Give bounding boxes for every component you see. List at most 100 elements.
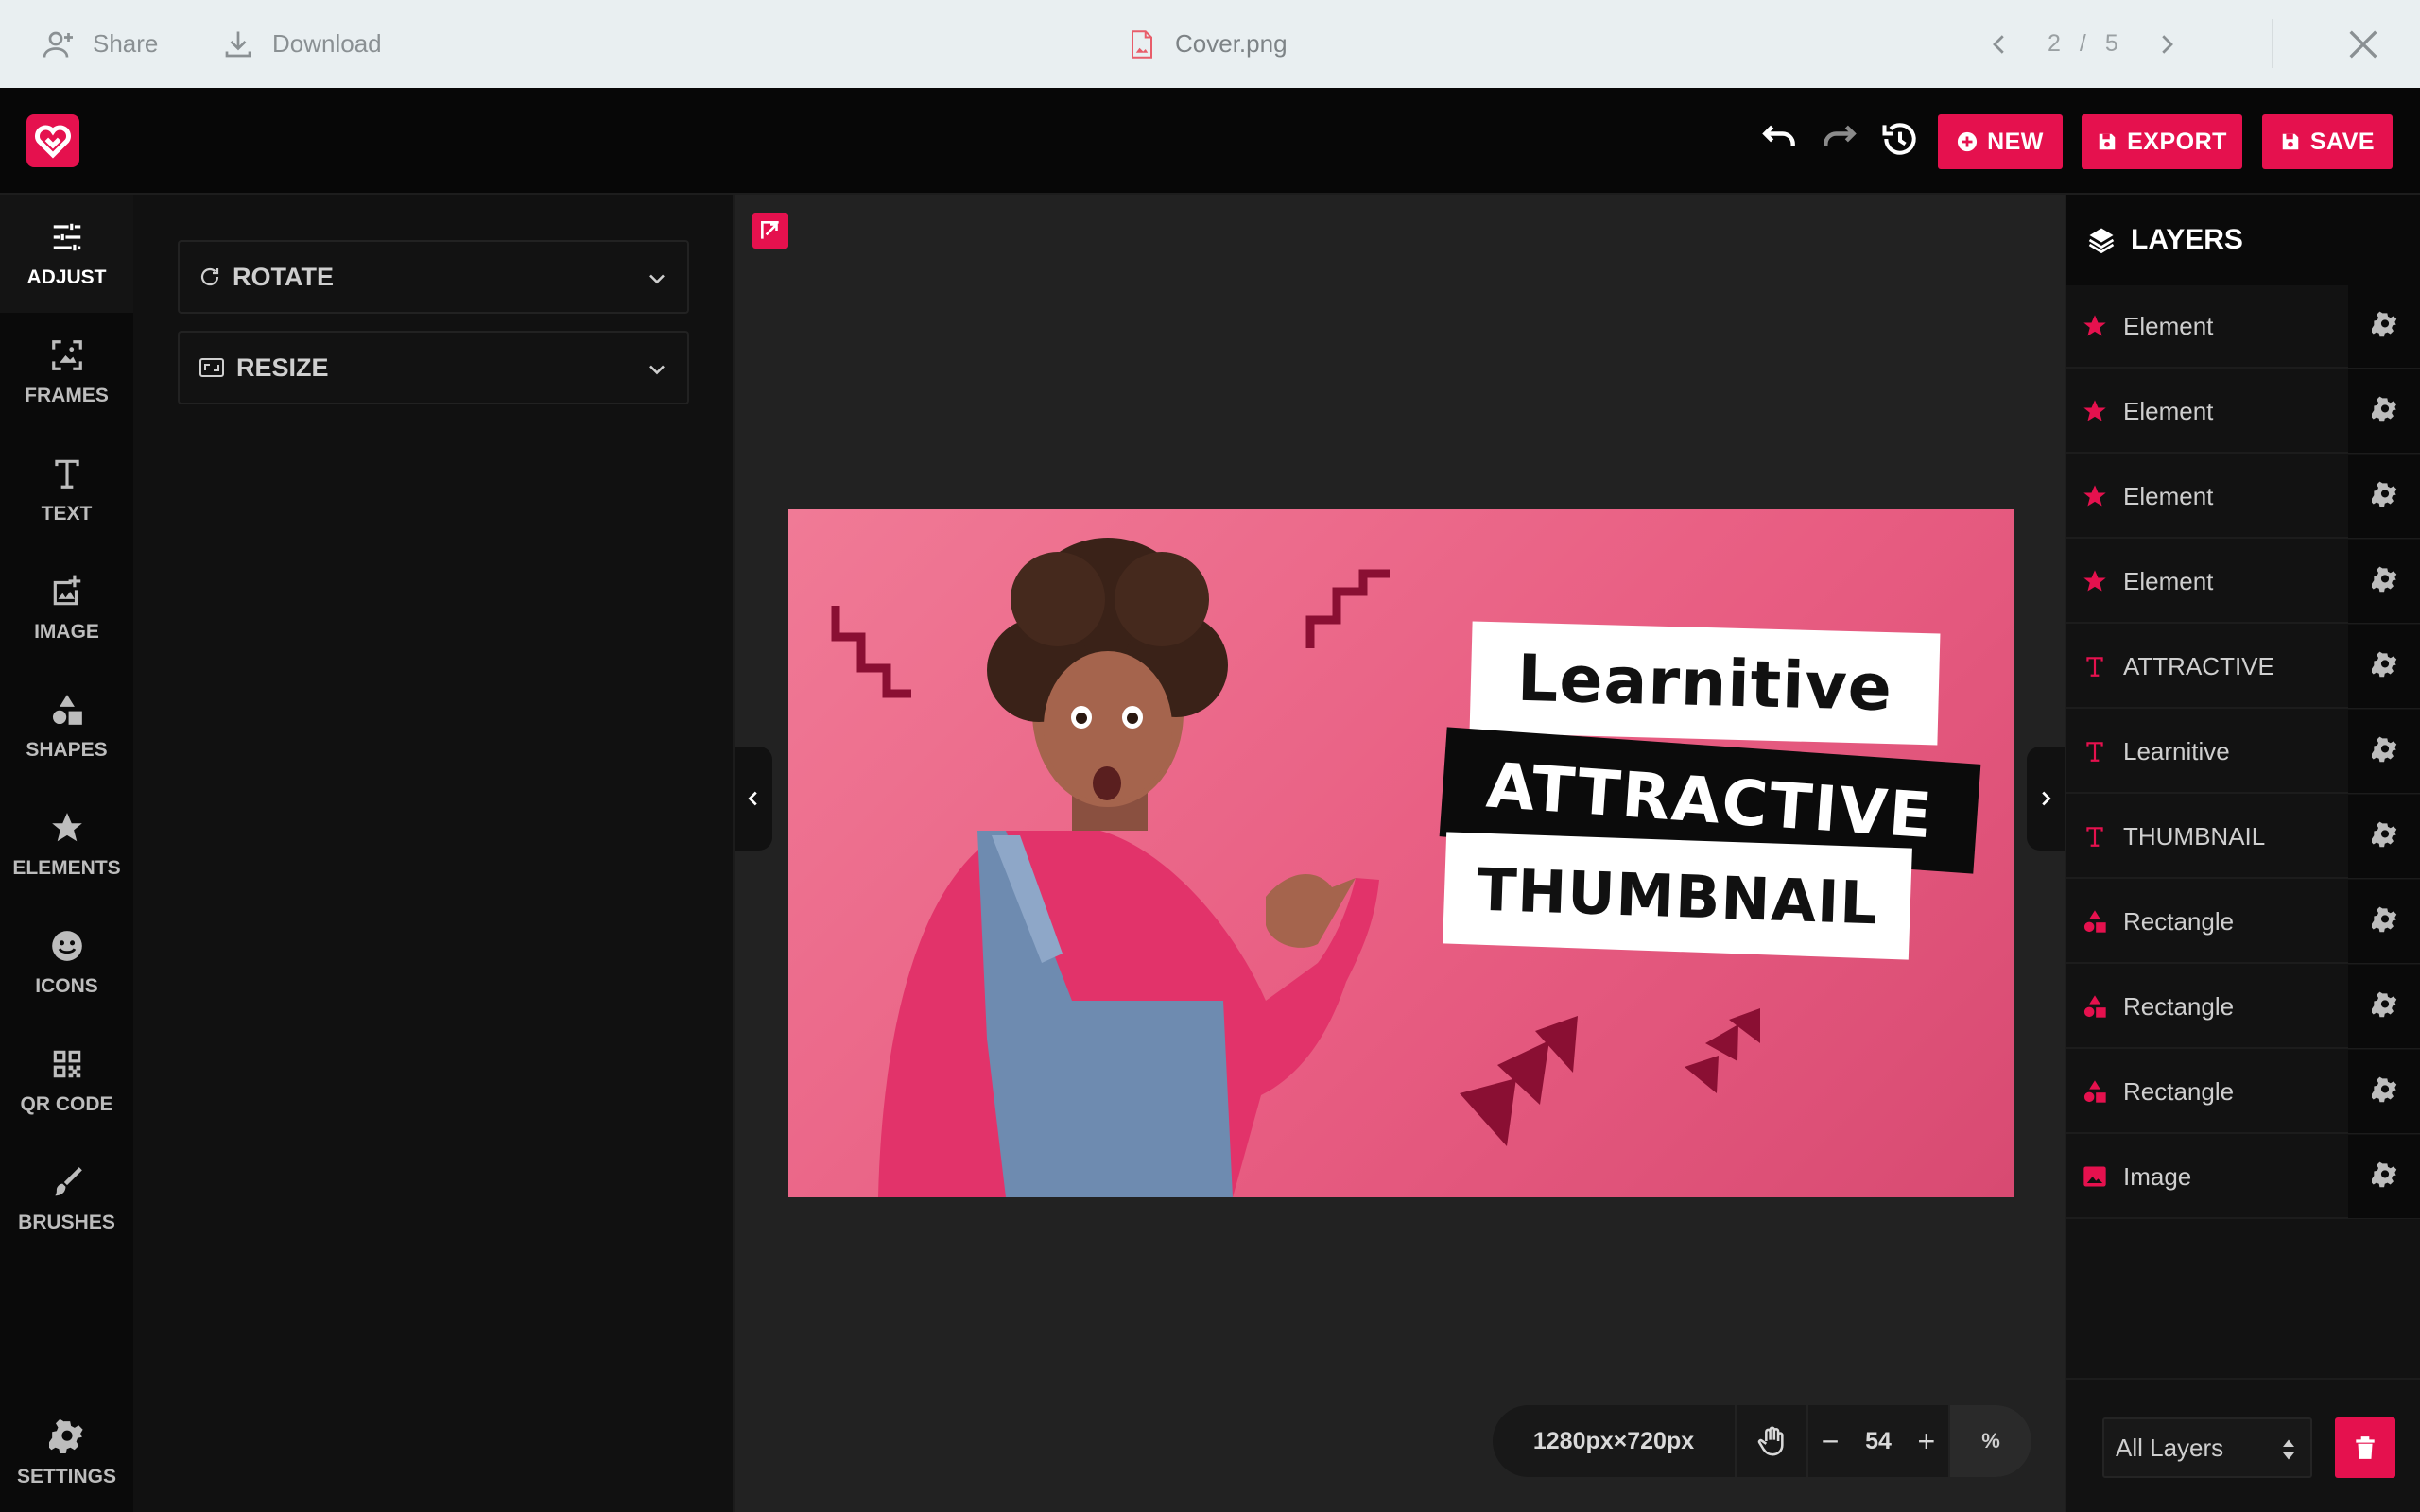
layer-select[interactable]: THUMBNAIL (2066, 795, 2348, 878)
design-canvas[interactable]: Learnitive ATTRACTIVE THUMBNAIL (788, 509, 2014, 1197)
rotate-accordion[interactable]: ROTATE (178, 240, 689, 314)
rail-label: ADJUST (26, 266, 107, 288)
layer-row[interactable]: Rectangle (2066, 965, 2420, 1049)
zigzag-element (831, 606, 911, 698)
layer-settings-button[interactable] (2348, 965, 2420, 1048)
layer-filter-select[interactable]: All Layers (2102, 1418, 2312, 1478)
layer-label: Learnitive (2123, 736, 2230, 765)
layer-row[interactable]: Element (2066, 369, 2420, 454)
new-button[interactable]: NEW (1938, 114, 2063, 169)
layer-select[interactable]: Element (2066, 284, 2348, 368)
rotate-label: ROTATE (233, 262, 334, 291)
gear-icon (2370, 481, 2398, 512)
layer-settings-button[interactable] (2348, 795, 2420, 878)
gear-icon (2370, 736, 2398, 767)
layer-label: Rectangle (2123, 991, 2235, 1021)
shapes-icon (2082, 908, 2108, 935)
rail-label: FRAMES (25, 384, 109, 406)
dimensions-text: 1280px×720px (1532, 1427, 1695, 1454)
download-button[interactable]: Download (221, 0, 382, 88)
layer-settings-button[interactable] (2348, 625, 2420, 708)
share-button[interactable]: Share (42, 0, 158, 88)
layer-select[interactable]: Element (2066, 455, 2348, 538)
layer-row[interactable]: Rectangle (2066, 880, 2420, 964)
layer-label: ATTRACTIVE (2123, 651, 2274, 680)
layer-row[interactable]: Image (2066, 1135, 2420, 1219)
rail-item-adjust[interactable]: ADJUST (0, 195, 133, 313)
resize-accordion[interactable]: RESIZE (178, 331, 689, 404)
gear-icon (2370, 991, 2398, 1022)
layer-label: Element (2123, 311, 2214, 340)
layer-select[interactable]: Element (2066, 369, 2348, 453)
layer-row[interactable]: Element (2066, 284, 2420, 369)
text-block-thumbnail[interactable]: THUMBNAIL (1443, 832, 1912, 960)
layer-row[interactable]: Element (2066, 455, 2420, 539)
layer-select[interactable]: Element (2066, 540, 2348, 623)
export-button[interactable]: EXPORT (2082, 114, 2242, 169)
layer-settings-button[interactable] (2348, 1050, 2420, 1133)
logo-heart-icon (35, 125, 71, 159)
rail-item-frames[interactable]: FRAMES (0, 313, 133, 431)
rail-item-shapes[interactable]: SHAPES (0, 667, 133, 785)
layer-settings-button[interactable] (2348, 710, 2420, 793)
export-label: EXPORT (2127, 128, 2227, 155)
layer-select[interactable]: ATTRACTIVE (2066, 625, 2348, 708)
person-illustration (878, 538, 1379, 1197)
collapse-left-toggle[interactable] (735, 747, 772, 850)
layer-row[interactable]: THUMBNAIL (2066, 795, 2420, 879)
save-button[interactable]: SAVE (2262, 114, 2393, 169)
layer-settings-button[interactable] (2348, 1135, 2420, 1218)
layers-panel: LAYERS Element Element Element Element ATTRA… (2065, 195, 2420, 1512)
rail-item-brushes[interactable]: BRUSHES (0, 1140, 133, 1258)
layer-filter-value: All Layers (2116, 1433, 2224, 1462)
gear-icon (2370, 821, 2398, 852)
layer-settings-button[interactable] (2348, 284, 2420, 368)
zoom-out-button[interactable]: − (1822, 1424, 1840, 1459)
zoom-in-button[interactable]: + (1917, 1424, 1935, 1459)
chevron-right-icon[interactable] (2152, 30, 2181, 59)
triangle-element (1705, 1024, 1738, 1061)
rail-item-icons[interactable]: ICONS (0, 903, 133, 1022)
layer-row[interactable]: Learnitive (2066, 710, 2420, 794)
layer-settings-button[interactable] (2348, 455, 2420, 538)
zoom-unit[interactable]: % (1950, 1405, 2031, 1477)
rail-item-elements[interactable]: ELEMENTS (0, 785, 133, 903)
layer-select[interactable]: Image (2066, 1135, 2348, 1218)
close-icon[interactable] (2344, 26, 2382, 63)
layer-label: Element (2123, 481, 2214, 510)
editor-toolbar: NEW EXPORT SAVE (0, 88, 2420, 195)
star-icon (51, 812, 82, 841)
chevron-left-icon (748, 791, 757, 806)
shapes-icon (2082, 1078, 2108, 1105)
layer-row[interactable]: ATTRACTIVE (2066, 625, 2420, 709)
layer-settings-button[interactable] (2348, 880, 2420, 963)
collapse-right-toggle[interactable] (2027, 747, 2065, 850)
layer-select[interactable]: Learnitive (2066, 710, 2348, 793)
layer-select[interactable]: Rectangle (2066, 880, 2348, 963)
layer-settings-button[interactable] (2348, 369, 2420, 453)
save-label: SAVE (2309, 128, 2376, 155)
rail-label: TEXT (41, 502, 93, 524)
layer-settings-button[interactable] (2348, 540, 2420, 623)
layer-row[interactable]: Rectangle (2066, 1050, 2420, 1134)
rail-item-qr-code[interactable]: QR CODE (0, 1022, 133, 1140)
rail-item-text[interactable]: TEXT (0, 431, 133, 549)
chevron-left-icon[interactable] (1985, 30, 2014, 59)
zoom-value: 54 (1865, 1427, 1892, 1454)
rail-item-settings[interactable]: SETTINGS (0, 1394, 133, 1512)
rail-item-image[interactable]: IMAGE (0, 549, 133, 667)
layer-select[interactable]: Rectangle (2066, 1050, 2348, 1133)
app-logo[interactable] (26, 114, 79, 167)
qr-code-icon (53, 1050, 80, 1077)
layer-row[interactable]: Element (2066, 540, 2420, 624)
layer-select[interactable]: Rectangle (2066, 965, 2348, 1048)
star-icon (2082, 483, 2108, 509)
layers-icon (2088, 228, 2115, 254)
text-block-learnitive[interactable]: Learnitive (1469, 621, 1941, 746)
pan-tool-button[interactable] (1737, 1405, 1808, 1477)
history-icon[interactable] (1879, 118, 1921, 160)
canvas-corner-badge[interactable] (752, 213, 788, 249)
redo-icon[interactable] (1819, 118, 1860, 160)
delete-layer-button[interactable] (2335, 1418, 2395, 1478)
undo-icon[interactable] (1758, 118, 1800, 160)
